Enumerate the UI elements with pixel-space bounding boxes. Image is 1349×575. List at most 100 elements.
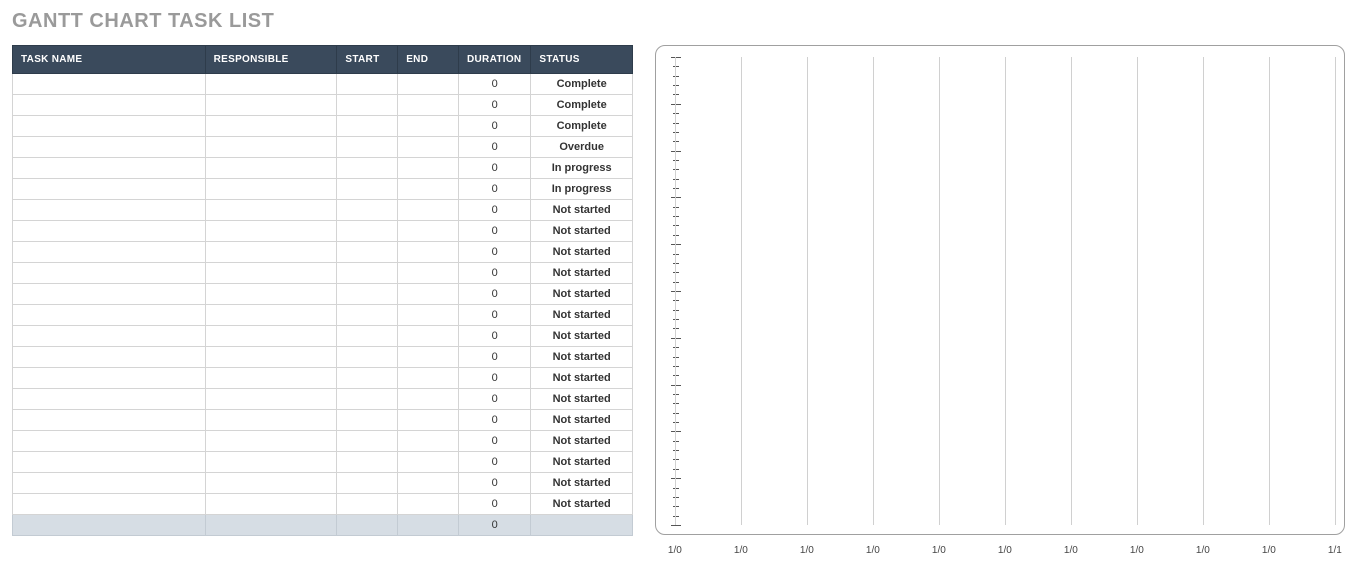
cell-duration[interactable]: 0 — [459, 200, 531, 221]
cell-end[interactable] — [398, 473, 459, 494]
cell-task-name[interactable] — [13, 389, 206, 410]
cell-duration[interactable]: 0 — [459, 263, 531, 284]
cell-end[interactable] — [398, 410, 459, 431]
cell-task-name[interactable] — [13, 326, 206, 347]
cell-start[interactable] — [337, 137, 398, 158]
cell-status[interactable]: Not started — [531, 368, 632, 389]
cell-task-name[interactable] — [13, 410, 206, 431]
table-row[interactable]: 0Not started — [13, 305, 633, 326]
cell-end[interactable] — [398, 221, 459, 242]
cell-duration[interactable]: 0 — [459, 326, 531, 347]
cell-start[interactable] — [337, 221, 398, 242]
cell-responsible[interactable] — [205, 368, 337, 389]
cell-duration[interactable]: 0 — [459, 95, 531, 116]
cell-status[interactable]: Not started — [531, 242, 632, 263]
cell-start[interactable] — [337, 494, 398, 515]
cell-responsible[interactable] — [205, 305, 337, 326]
cell-status[interactable]: Not started — [531, 221, 632, 242]
table-row[interactable]: 0Not started — [13, 368, 633, 389]
table-row[interactable]: 0Not started — [13, 326, 633, 347]
cell-end[interactable] — [398, 179, 459, 200]
cell-status[interactable]: In progress — [531, 158, 632, 179]
cell-responsible[interactable] — [205, 452, 337, 473]
cell-duration[interactable]: 0 — [459, 158, 531, 179]
cell-responsible[interactable] — [205, 431, 337, 452]
cell-status[interactable]: Not started — [531, 473, 632, 494]
cell-task-name[interactable] — [13, 473, 206, 494]
cell-task-name[interactable] — [13, 368, 206, 389]
cell-status[interactable]: Complete — [531, 95, 632, 116]
cell-duration[interactable]: 0 — [459, 242, 531, 263]
cell-responsible[interactable] — [205, 263, 337, 284]
cell-task-name[interactable] — [13, 158, 206, 179]
cell-duration[interactable]: 0 — [459, 368, 531, 389]
cell-responsible[interactable] — [205, 137, 337, 158]
cell-duration[interactable]: 0 — [459, 284, 531, 305]
cell-start[interactable] — [337, 95, 398, 116]
cell-responsible[interactable] — [205, 74, 337, 95]
cell-end[interactable] — [398, 95, 459, 116]
table-row[interactable]: 0Not started — [13, 431, 633, 452]
cell-end[interactable] — [398, 242, 459, 263]
cell-responsible[interactable] — [205, 95, 337, 116]
table-row[interactable]: 0Not started — [13, 452, 633, 473]
cell-start[interactable] — [337, 326, 398, 347]
cell-status[interactable]: Complete — [531, 74, 632, 95]
cell-responsible[interactable] — [205, 158, 337, 179]
cell-start[interactable] — [337, 305, 398, 326]
cell-responsible[interactable] — [205, 389, 337, 410]
cell-task-name[interactable] — [13, 305, 206, 326]
cell-duration[interactable]: 0 — [459, 389, 531, 410]
table-row[interactable]: 0Overdue — [13, 137, 633, 158]
cell-duration[interactable]: 0 — [459, 116, 531, 137]
cell-task-name[interactable] — [13, 242, 206, 263]
cell-task-name[interactable] — [13, 221, 206, 242]
cell-duration[interactable]: 0 — [459, 137, 531, 158]
cell-end[interactable] — [398, 431, 459, 452]
table-row[interactable]: 0Not started — [13, 263, 633, 284]
cell-responsible[interactable] — [205, 179, 337, 200]
cell-duration[interactable]: 0 — [459, 452, 531, 473]
cell-end[interactable] — [398, 494, 459, 515]
table-row[interactable]: 0In progress — [13, 179, 633, 200]
cell-duration[interactable]: 0 — [459, 494, 531, 515]
cell-responsible[interactable] — [205, 494, 337, 515]
table-row[interactable]: 0Not started — [13, 389, 633, 410]
cell-status[interactable]: Not started — [531, 200, 632, 221]
cell-status[interactable]: Not started — [531, 347, 632, 368]
cell-end[interactable] — [398, 263, 459, 284]
cell-task-name[interactable] — [13, 263, 206, 284]
cell-end[interactable] — [398, 158, 459, 179]
cell-start[interactable] — [337, 74, 398, 95]
cell-start[interactable] — [337, 200, 398, 221]
cell-task-name[interactable] — [13, 116, 206, 137]
cell-end[interactable] — [398, 305, 459, 326]
cell-status[interactable]: Not started — [531, 389, 632, 410]
cell-start[interactable] — [337, 158, 398, 179]
cell-task-name[interactable] — [13, 137, 206, 158]
cell-start[interactable] — [337, 452, 398, 473]
cell-status[interactable]: In progress — [531, 179, 632, 200]
cell-task-name[interactable] — [13, 494, 206, 515]
table-row[interactable]: 0Complete — [13, 116, 633, 137]
cell-start[interactable] — [337, 368, 398, 389]
cell-start[interactable] — [337, 389, 398, 410]
cell-responsible[interactable] — [205, 116, 337, 137]
table-row[interactable]: 0Not started — [13, 494, 633, 515]
cell-end[interactable] — [398, 452, 459, 473]
table-row[interactable]: 0Complete — [13, 95, 633, 116]
cell-start[interactable] — [337, 116, 398, 137]
cell-end[interactable] — [398, 74, 459, 95]
cell-duration[interactable]: 0 — [459, 410, 531, 431]
cell-task-name[interactable] — [13, 179, 206, 200]
cell-end[interactable] — [398, 389, 459, 410]
cell-duration[interactable]: 0 — [459, 74, 531, 95]
cell-task-name[interactable] — [13, 452, 206, 473]
cell-task-name[interactable] — [13, 284, 206, 305]
table-row[interactable]: 0In progress — [13, 158, 633, 179]
cell-duration[interactable]: 0 — [459, 347, 531, 368]
table-row[interactable]: 0Not started — [13, 347, 633, 368]
cell-status[interactable]: Not started — [531, 494, 632, 515]
cell-responsible[interactable] — [205, 221, 337, 242]
cell-responsible[interactable] — [205, 347, 337, 368]
